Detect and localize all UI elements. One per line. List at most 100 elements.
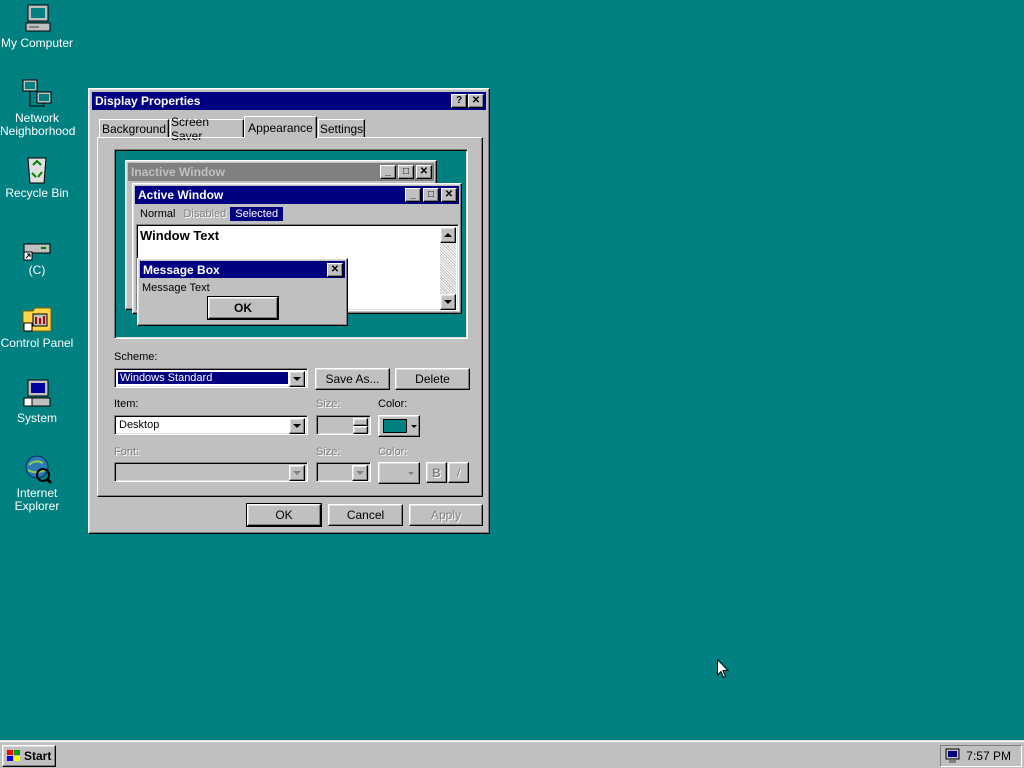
desktop-icon-label: My Computer: [0, 36, 74, 50]
scroll-down-icon: [440, 294, 456, 310]
close-icon: ✕: [471, 95, 481, 106]
desktop-icon-label: Network Neighborhood: [0, 111, 76, 138]
display-properties-dialog: Display Properties ? ✕ Background Screen…: [88, 88, 490, 534]
stepper-down-icon: [353, 426, 368, 434]
internet-explorer-icon: [25, 455, 53, 485]
maximize-icon: □: [398, 165, 414, 179]
apply-label: Apply: [430, 508, 462, 522]
inactive-title-bar: Inactive Window _ □ ✕: [128, 163, 434, 181]
windows-logo-icon: [7, 750, 20, 761]
chevron-down-icon[interactable]: [289, 418, 305, 434]
inactive-title: Inactive Window: [131, 165, 225, 179]
desktop-icon-drive-c[interactable]: (C): [0, 238, 74, 277]
desktop-icon-my-computer[interactable]: My Computer: [0, 3, 74, 50]
tab-settings[interactable]: Settings: [318, 119, 365, 138]
font-size-label: Size:: [316, 446, 341, 458]
color-picker-button[interactable]: [378, 415, 420, 437]
tab-label: Background: [101, 122, 167, 136]
tab-label: Appearance: [248, 120, 313, 135]
scheme-preview[interactable]: Inactive Window _ □ ✕ Active Window _ □ …: [114, 149, 468, 339]
msgbox-text: Message Text: [142, 282, 210, 294]
delete-label: Delete: [415, 372, 450, 386]
msgbox-title: Message Box: [143, 262, 220, 277]
close-button[interactable]: ✕: [468, 94, 484, 108]
active-title-bar: Active Window _ □ ✕: [135, 186, 459, 204]
cancel-button[interactable]: Cancel: [328, 504, 403, 526]
minimize-icon: _: [380, 165, 396, 179]
menu-normal: Normal: [140, 208, 176, 220]
dialog-title-bar[interactable]: Display Properties ? ✕: [92, 92, 486, 110]
font-size-select: [316, 462, 371, 482]
item-label: Item:: [114, 398, 139, 410]
font-color-label: Color:: [378, 446, 408, 458]
close-icon: ✕: [327, 263, 343, 277]
appearance-tab-panel: Inactive Window _ □ ✕ Active Window _ □ …: [97, 137, 483, 497]
mouse-cursor-icon: [717, 659, 729, 679]
preview-message-box: Message Box ✕ Message Text OK: [137, 258, 348, 326]
bold-label: B: [432, 465, 441, 480]
preview-menu-bar: Normal Disabled Selected: [136, 205, 284, 223]
my-computer-icon: [25, 4, 51, 32]
size-stepper: [316, 415, 371, 435]
display-settings-icon[interactable]: [945, 748, 961, 764]
help-icon: ?: [455, 95, 463, 106]
save-as-button[interactable]: Save As...: [315, 368, 390, 390]
system-icon: [23, 379, 51, 407]
desktop-icon-control-panel[interactable]: Control Panel: [0, 303, 74, 350]
desktop-icon-recycle-bin[interactable]: Recycle Bin: [0, 153, 74, 200]
chevron-down-icon: [411, 424, 417, 428]
color-swatch: [383, 419, 407, 433]
stepper-up-icon: [353, 418, 368, 426]
close-icon: ✕: [416, 165, 432, 179]
tab-screen-saver[interactable]: Screen Saver: [170, 115, 244, 143]
chevron-down-icon: [352, 465, 368, 481]
font-select: [114, 462, 308, 482]
active-title: Active Window: [138, 188, 224, 202]
minimize-icon: _: [405, 188, 421, 202]
desktop-icon-internet-explorer[interactable]: Internet Explorer: [0, 453, 74, 513]
start-label: Start: [24, 749, 52, 763]
chevron-down-icon[interactable]: [289, 371, 305, 387]
desktop-icon-label: System: [16, 411, 57, 425]
chevron-down-icon: [289, 465, 305, 481]
tab-label: Settings: [319, 122, 364, 136]
msgbox-title-bar: Message Box ✕: [140, 261, 345, 278]
desktop-icon-network-neighborhood[interactable]: Network Neighborhood: [0, 78, 76, 138]
taskbar: Start 7:57 PM: [0, 740, 1024, 768]
delete-button[interactable]: Delete: [395, 368, 470, 390]
size-label: Size:: [316, 398, 341, 410]
dialog-title: Display Properties: [95, 94, 201, 108]
item-select[interactable]: Desktop: [114, 415, 308, 435]
italic-button: /: [448, 462, 469, 483]
ok-button[interactable]: OK: [246, 503, 322, 527]
menu-disabled: Disabled: [183, 208, 227, 220]
menu-selected: Selected: [230, 207, 284, 221]
system-tray: 7:57 PM: [940, 745, 1022, 767]
cancel-label: Cancel: [346, 508, 385, 522]
tab-background[interactable]: Background: [99, 119, 169, 138]
desktop-icon-label: (C): [28, 263, 46, 277]
chevron-down-icon: [408, 471, 414, 475]
msgbox-ok-button: OK: [207, 296, 279, 320]
desktop-icon-label: Internet Explorer: [14, 486, 60, 513]
window-text: Window Text: [140, 228, 220, 243]
control-panel-icon: [22, 307, 52, 332]
bold-button: B: [426, 462, 447, 483]
tab-appearance[interactable]: Appearance: [244, 116, 317, 138]
msgbox-ok-label: OK: [234, 301, 252, 315]
clock[interactable]: 7:57 PM: [966, 749, 1011, 763]
desktop-icon-system[interactable]: System: [0, 378, 74, 425]
color-label: Color:: [378, 398, 408, 410]
desktop-icon-label: Recycle Bin: [5, 186, 69, 200]
save-as-label: Save As...: [325, 372, 380, 386]
italic-label: /: [456, 465, 461, 480]
scheme-value: Windows Standard: [117, 371, 289, 385]
start-button[interactable]: Start: [2, 745, 56, 767]
font-color-button: [378, 462, 420, 484]
item-value: Desktop: [119, 419, 160, 431]
desktop-icon-label: Control Panel: [0, 336, 74, 350]
preview-scrollbar: [440, 227, 456, 310]
recycle-bin-icon: [27, 157, 47, 184]
scheme-select[interactable]: Windows Standard: [114, 368, 308, 388]
help-button[interactable]: ?: [451, 94, 467, 108]
